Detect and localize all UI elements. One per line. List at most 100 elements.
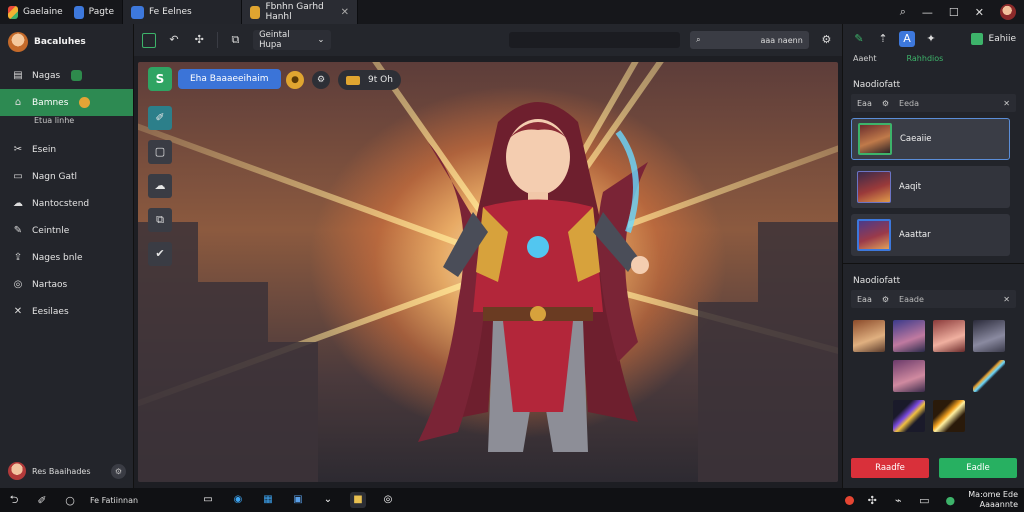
tab-assets[interactable]: Aaeht — [853, 54, 877, 68]
store-icon[interactable]: ▦ — [260, 492, 276, 508]
coin-icon[interactable]: ● — [286, 71, 304, 89]
credits-chip[interactable]: 9t Oh — [338, 70, 401, 90]
pen-icon[interactable]: ✎ — [851, 31, 867, 47]
close-icon[interactable]: ✕ — [1003, 295, 1010, 304]
layer-item[interactable]: Caeaiie — [851, 118, 1010, 160]
tab-references[interactable]: Rahhdios — [907, 54, 944, 68]
sidebar-footer[interactable]: Res Baaihades ⚙ — [0, 462, 134, 480]
sidebar-item-label: Nagn Gatl — [32, 171, 78, 182]
lightning-effect-thumbnail[interactable] — [893, 400, 925, 432]
gear-icon[interactable]: ⚙ — [111, 463, 126, 479]
filter-mid[interactable]: Eeda — [899, 99, 919, 108]
gear-icon[interactable]: ⚙ — [882, 99, 889, 108]
brush-tool-icon[interactable]: ✐ — [148, 106, 172, 130]
sidebar-item-label: Bamnes — [32, 97, 69, 108]
crop-icon[interactable]: ⧉ — [228, 32, 243, 48]
tab-document-1[interactable]: Fe Eelnes — [122, 0, 242, 24]
sidebar-item-nages-bnle[interactable]: ⇪ Nages bnle — [0, 244, 133, 271]
layer-thumbnail — [857, 219, 891, 251]
sidebar-item-nantocstend[interactable]: ☁ Nantocstend — [0, 190, 133, 217]
clock[interactable]: Ma:ome Ede Aaaannte — [968, 490, 1018, 510]
arrow-up-icon[interactable]: ⇡ — [875, 31, 891, 47]
text-icon[interactable]: A — [899, 31, 915, 47]
close-icon[interactable]: ✕ — [975, 6, 984, 19]
sidebar-item-eesilaes[interactable]: ✕ Eesilaes — [0, 298, 133, 325]
artwork-canvas[interactable]: S Eha Baaaeeihaim ● ⚙ 9t Oh ✐ ▢ ☁ ⧉ ✔ — [138, 62, 838, 482]
frame-icon[interactable] — [142, 32, 157, 48]
right-panel: ✎ ⇡ A ✦ Eahiie Aaeht Rahhdios Naodiofatt… — [842, 24, 1024, 488]
clock-date: Aaaannte — [979, 500, 1018, 509]
profile[interactable]: Bacaluhes — [0, 24, 133, 60]
asset-thumbnail[interactable] — [893, 320, 925, 352]
app-tab[interactable]: Gaelaine Pagte — [0, 0, 122, 24]
window-icon[interactable]: ▭ — [200, 492, 216, 508]
sidebar-item-bamnes[interactable]: ⌂ Bamnes — [0, 89, 133, 116]
chat-icon[interactable]: ◎ — [380, 492, 396, 508]
wand-icon[interactable]: ✣ — [864, 494, 880, 507]
tools-icon: ✂ — [13, 144, 23, 155]
layer-item[interactable]: Aaqit — [851, 166, 1010, 208]
folder-icon[interactable]: ■ — [350, 492, 366, 508]
filter-left[interactable]: Eaa — [857, 295, 872, 304]
close-icon[interactable]: ✕ — [1003, 99, 1010, 108]
rectangle-tool-icon[interactable]: ▢ — [148, 140, 172, 164]
sidebar-item-label: Esein — [32, 144, 57, 155]
browser-icon[interactable]: ◉ — [230, 492, 246, 508]
share-icon — [970, 33, 983, 45]
gear-icon[interactable]: ⚙ — [882, 295, 889, 304]
tab-label: Fbnhn Garhd Hanhl — [265, 2, 324, 22]
check-tool-icon[interactable]: ✔ — [148, 242, 172, 266]
files-icon[interactable]: ▣ — [290, 492, 306, 508]
filter-left[interactable]: Eaa — [857, 99, 872, 108]
sidebar-item-nartaos[interactable]: ◎ Nartaos — [0, 271, 133, 298]
sidebar-subitem[interactable]: Etua linhe — [0, 116, 133, 130]
notification-icon[interactable] — [845, 495, 855, 505]
cancel-button[interactable]: Raadfe — [851, 458, 929, 478]
undo-icon[interactable]: ↶ — [166, 32, 181, 48]
circle-icon[interactable]: ○ — [62, 494, 78, 507]
sidebar-item-ceintnle[interactable]: ✎ Ceintnle — [0, 217, 133, 244]
layer-filter-bar[interactable]: Eaa ⚙ Eeda ✕ — [851, 94, 1016, 112]
profile-name: Bacaluhes — [34, 37, 86, 47]
chevron-down-icon[interactable]: ⌄ — [320, 492, 336, 508]
section-title: Naodiofatt — [853, 276, 901, 286]
sidebar-nav: ▤ Nagas ⌂ Bamnes Etua linhe ✂ Esein ▭ Na… — [0, 62, 133, 325]
asset-thumbnail[interactable] — [893, 360, 925, 392]
asset-filter-bar[interactable]: Eaa ⚙ Eaade ✕ — [851, 290, 1016, 308]
asset-thumbnail[interactable] — [853, 320, 885, 352]
asset-thumbnail[interactable] — [933, 320, 965, 352]
copy-tool-icon[interactable]: ⧉ — [148, 208, 172, 232]
search-icon[interactable]: ⌕ — [900, 5, 906, 19]
battery-icon[interactable]: ▭ — [916, 494, 932, 507]
share-button[interactable]: Eahiie — [970, 33, 1016, 45]
plug-icon[interactable]: ⌁ — [890, 494, 906, 507]
magic-icon[interactable]: ✣ — [192, 32, 207, 48]
tab-document-2[interactable]: Fbnhn Garhd Hanhl ✕ — [242, 0, 358, 24]
canvas-badge-label[interactable]: Eha Baaaeeihaim — [178, 69, 281, 89]
command-bar[interactable] — [508, 32, 681, 48]
settings-icon[interactable]: ⚙ — [312, 71, 330, 89]
apply-button[interactable]: Eadle — [939, 458, 1017, 478]
minimize-icon[interactable]: — — [922, 6, 933, 19]
maximize-icon[interactable]: ☐ — [949, 6, 959, 19]
asset-thumbnail[interactable] — [973, 320, 1005, 352]
search-input[interactable]: ⌕ aaa naenn — [690, 31, 809, 49]
whatsapp-icon[interactable]: ● — [942, 494, 958, 507]
cloud-tool-icon[interactable]: ☁ — [148, 174, 172, 198]
view-dropdown[interactable]: Geintal Hupa ⌄ — [253, 30, 331, 50]
sidebar-item-esein[interactable]: ✂ Esein — [0, 136, 133, 163]
layer-item[interactable]: Aaattar — [851, 214, 1010, 256]
search-label: aaa naenn — [760, 35, 803, 45]
pen-icon[interactable]: ✐ — [34, 494, 50, 507]
avatar — [8, 462, 26, 480]
close-tab-icon[interactable]: ✕ — [341, 7, 349, 18]
user-avatar[interactable] — [1000, 4, 1016, 20]
sidebar-item-nagn-gatl[interactable]: ▭ Nagn Gatl — [0, 163, 133, 190]
filter-mid[interactable]: Eaade — [899, 295, 924, 304]
lightning-effect-thumbnail[interactable] — [973, 360, 1005, 392]
lightning-effect-thumbnail[interactable] — [933, 400, 965, 432]
pose-icon[interactable]: ✦ — [923, 31, 939, 47]
sidebar-item-nagas[interactable]: ▤ Nagas — [0, 62, 133, 89]
settings-icon[interactable]: ⚙ — [819, 32, 834, 48]
back-icon[interactable]: ⮌ — [6, 491, 22, 510]
